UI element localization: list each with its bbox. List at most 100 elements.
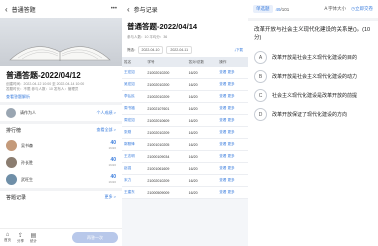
row-actions: 查看 更多 (217, 162, 248, 175)
more-link[interactable]: 更多 (227, 106, 234, 110)
ranking-score: 40 (110, 139, 116, 146)
records-body: 王宏如 21002010200 16/20 查看 更多 吴宏如 21002010200 16… (122, 67, 248, 199)
question-total: /101 (280, 6, 290, 12)
row-name[interactable]: 郭照锋 (122, 138, 146, 151)
quiz-name: 普通答题-2022/04/14 (122, 18, 248, 35)
view-link[interactable]: 查看 (219, 94, 226, 98)
nav-label: 首页 (4, 238, 11, 242)
submit-button[interactable]: ◷立即交卷 (351, 6, 373, 12)
nav-home[interactable]: ⌂ 首页 (4, 232, 11, 243)
retake-button[interactable]: 再答一次 (72, 232, 118, 243)
view-link[interactable]: 查看 (219, 118, 226, 122)
view-link[interactable]: 查看 (219, 82, 226, 86)
row-name[interactable]: 周书福 (122, 102, 146, 115)
more-link[interactable]: 更多 (227, 166, 234, 170)
question-text: 改革开放与社会主义现代化建设的关系是()。(10分) (254, 27, 371, 41)
row-name[interactable]: 宋力 (122, 174, 146, 187)
user-name: 请作为人 (20, 110, 36, 115)
download-button[interactable]: ⤓下载 (234, 48, 243, 53)
row-score: 16/20 (186, 126, 218, 139)
table-row: 王志明 21000109034 16/20 查看 更多 (122, 150, 248, 163)
row-actions: 查看 更多 (217, 174, 248, 187)
options-list: A 改革开放是社会主义现代化建设的目的 B 改革开放是社会主义现代化建设的动力 C 社会主… (248, 51, 378, 121)
ranking-sub: 16/20 (108, 162, 116, 167)
option-text: 改革开放是社会主义现代化建设的目的 (272, 55, 358, 61)
view-link[interactable]: 查看 (219, 178, 226, 182)
record-more-link[interactable]: 更多 > (105, 194, 116, 201)
bottom-bar: ⌂ 首页 ⇪ 分享 ▤ 统计 再答一次 (0, 228, 122, 246)
page-title: 参与记录 (133, 7, 158, 14)
row-actions: 查看 更多 (217, 78, 248, 91)
answer-analysis-link[interactable]: 查看答题解析 (0, 92, 122, 102)
back-icon[interactable]: ‹ (5, 5, 8, 14)
date-to-input[interactable]: 2022-04-11 (166, 46, 193, 54)
view-link[interactable]: 查看 (219, 190, 226, 194)
stats-icon: ▤ (30, 232, 37, 239)
more-link[interactable]: 更多 (227, 94, 234, 98)
ranking-score: 40 (110, 173, 116, 180)
option-letter: B (254, 70, 267, 83)
option-text: 改革开放保证了现代化建设的方向 (272, 112, 348, 118)
nav-stats[interactable]: ▤ 统计 (30, 232, 37, 244)
more-link[interactable]: 更多 (227, 178, 234, 182)
row-score: 16/20 (186, 174, 218, 187)
page-title: 普通答题 (11, 7, 36, 14)
download-label: 下载 (236, 47, 243, 52)
ranking-sub: 16/20 (108, 145, 116, 150)
more-link[interactable]: 更多 (227, 82, 234, 86)
row-name[interactable]: 王宏如 (122, 67, 146, 79)
font-size-button[interactable]: Ａ字体大小 (324, 6, 347, 12)
answer-option[interactable]: A 改革开放是社会主义现代化建设的目的 (254, 51, 372, 64)
col-id: 学号 (145, 57, 187, 67)
option-text: 社会主义现代化建设是改革开放的前提 (272, 93, 358, 99)
participation-records-panel: ‹ 参与记录 普通答题-2022/04/14 参与人数：10 平均分：36 筛选… (122, 0, 248, 246)
row-score: 16/20 (186, 90, 218, 103)
view-link[interactable]: 查看 (219, 154, 226, 158)
personal-score-link[interactable]: 个人成绩 > (97, 110, 116, 116)
col-score: 答对/总数 (186, 57, 218, 67)
more-link[interactable]: 更多 (227, 70, 234, 74)
row-id: 21002010209 (145, 126, 187, 139)
view-link[interactable]: 查看 (219, 106, 226, 110)
more-link[interactable]: 更多 (227, 118, 234, 122)
ranking-score: 40 (110, 156, 116, 163)
row-score: 16/20 (186, 162, 218, 175)
ranking-more-link[interactable]: 查看全部 > (97, 127, 116, 134)
avatar (6, 157, 17, 168)
answer-option[interactable]: D 改革开放保证了现代化建设的方向 (254, 108, 372, 121)
date-from-input[interactable]: 2022-04-10 (137, 46, 164, 54)
row-name[interactable]: 李弘民 (122, 90, 146, 103)
view-link[interactable]: 查看 (219, 70, 226, 74)
row-name[interactable]: 吴宏如 (122, 78, 146, 91)
more-link[interactable]: 更多 (227, 142, 234, 146)
question-header: 单选题 49 /101 Ａ字体大小 ◷立即交卷 (248, 0, 378, 18)
row-name[interactable]: 张刚 (122, 126, 146, 139)
more-link[interactable]: 更多 (227, 130, 234, 134)
row-id: 21000509009 (145, 186, 187, 199)
ranking-item: 吴书森 40 16/20 (0, 137, 122, 154)
row-name[interactable]: 王志明 (122, 150, 146, 163)
nav-label: 统计 (30, 238, 37, 243)
view-link[interactable]: 查看 (219, 130, 226, 134)
view-link[interactable]: 查看 (219, 166, 226, 170)
row-score: 16/20 (186, 78, 218, 91)
row-name[interactable]: 赵强 (122, 162, 146, 175)
user-row[interactable]: 请作为人 个人成绩 > (0, 105, 122, 121)
row-score: 16/20 (186, 150, 218, 163)
nav-share[interactable]: ⇪ 分享 (17, 232, 24, 244)
row-id: 21000109034 (145, 150, 187, 163)
answer-option[interactable]: B 改革开放是社会主义现代化建设的动力 (254, 70, 372, 83)
quiz-info: 参与人数：10 平均分：36 (122, 35, 248, 43)
row-id: 21002010200 (145, 78, 187, 91)
more-link[interactable]: 更多 (227, 190, 234, 194)
row-name[interactable]: 周宏如 (122, 114, 146, 127)
ranking-item: 孙长胜 40 16/20 (0, 154, 122, 171)
row-id: 21001010205 (145, 138, 187, 151)
view-link[interactable]: 查看 (219, 142, 226, 146)
row-name[interactable]: 王建东 (122, 186, 146, 199)
back-icon[interactable]: ‹ (127, 5, 130, 14)
more-icon[interactable]: ••• (111, 6, 117, 12)
answer-option[interactable]: C 社会主义现代化建设是改革开放的前提 (254, 89, 372, 102)
quiz-name: 普通答题-2022/04/12 (6, 71, 81, 80)
more-link[interactable]: 更多 (227, 154, 234, 158)
